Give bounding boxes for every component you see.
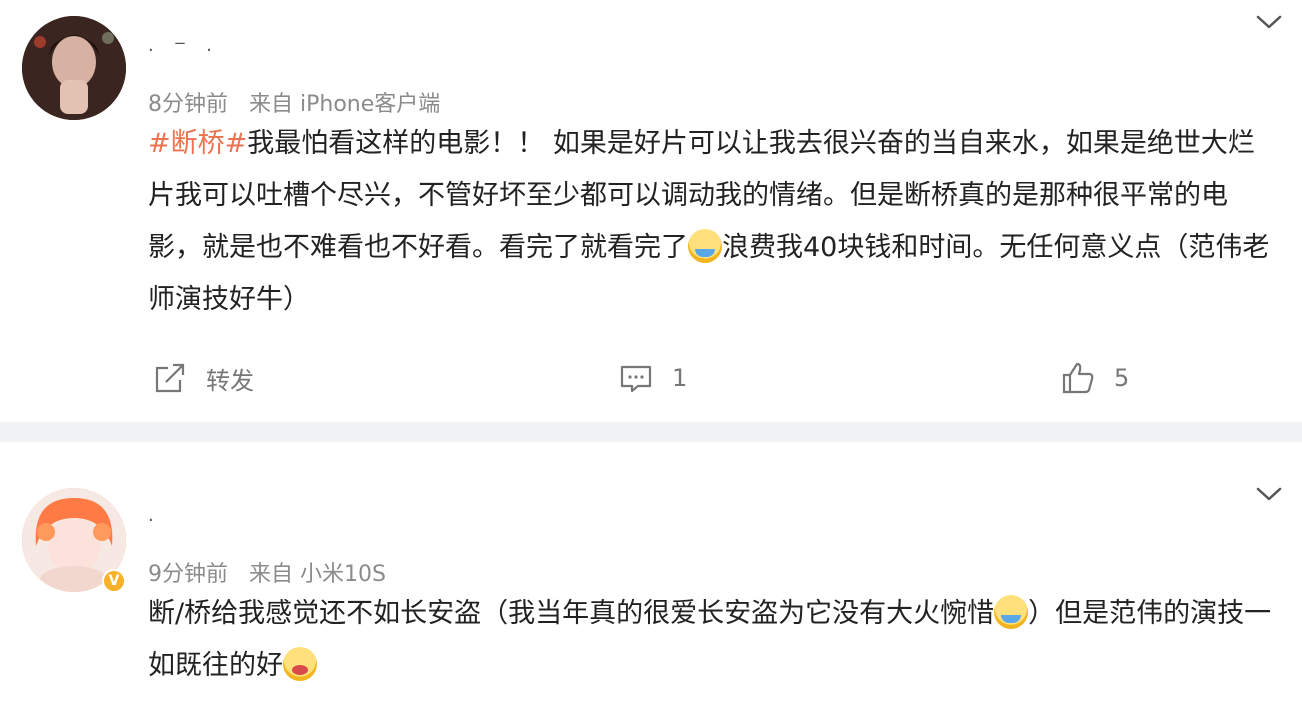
avatar[interactable] [22, 16, 126, 120]
action-bar: 转发 1 5 [0, 350, 1302, 406]
post-meta: 9分钟前 来自 小米10S [148, 556, 400, 588]
shocked-emoji-icon [283, 647, 317, 681]
comment-card-2: V · 9分钟前 来自 小米10S 断/桥给我感觉还不如长安盗（我当年真的很爱长… [0, 442, 1302, 706]
post-meta: 8分钟前 来自 iPhone客户端 [148, 86, 454, 118]
chevron-down-icon[interactable] [1256, 486, 1282, 502]
post-source: 来自 小米10S [249, 562, 386, 587]
repost-button[interactable]: 转发 [152, 360, 254, 396]
comment-card-1: · ‾ · 8分钟前 来自 iPhone客户端 #断桥#我最怕看这样的电影！！ … [0, 0, 1302, 422]
comment-icon [620, 365, 652, 393]
like-count: 5 [1114, 364, 1130, 392]
comment-count: 1 [672, 364, 688, 392]
comment-text-part-1: 断/桥给我感觉还不如长安盗（我当年真的很爱长安盗为它没有大火惋惜 [148, 598, 995, 629]
username[interactable]: · ‾ · [148, 40, 220, 61]
thumbs-up-icon [1062, 362, 1094, 394]
verified-badge-icon: V [102, 569, 126, 593]
post-time: 8分钟前 [148, 92, 228, 117]
chevron-down-icon[interactable] [1256, 14, 1282, 30]
post-source: 来自 iPhone客户端 [249, 92, 441, 117]
share-icon [155, 363, 185, 393]
sweat-emoji-icon [688, 229, 722, 263]
hashtag-link[interactable]: #断桥# [148, 128, 247, 159]
repost-label: 转发 [206, 366, 254, 395]
username[interactable]: · [148, 510, 162, 531]
like-button[interactable]: 5 [1060, 360, 1129, 396]
post-time: 9分钟前 [148, 562, 228, 587]
comment-text: #断桥#我最怕看这样的电影！！ 如果是好片可以让我去很兴奋的当自来水，如果是绝世… [148, 118, 1278, 326]
crying-emoji-icon [994, 595, 1029, 629]
post-separator [0, 422, 1302, 442]
comment-button[interactable]: 1 [618, 360, 687, 396]
comment-text: 断/桥给我感觉还不如长安盗（我当年真的很爱长安盗为它没有大火惋惜 ）但是范伟的演技… [148, 588, 1278, 692]
